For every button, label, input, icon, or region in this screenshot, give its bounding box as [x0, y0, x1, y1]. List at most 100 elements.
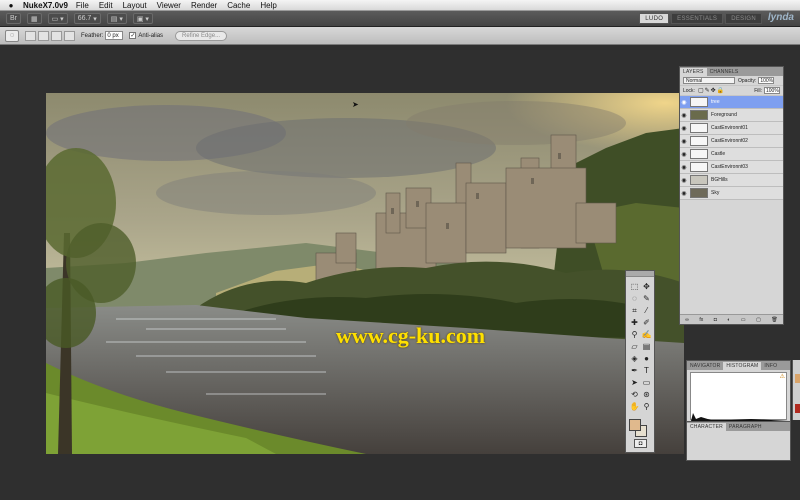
zoom-level-dropdown[interactable]: 66.7 ▾ — [73, 13, 101, 24]
lock-options-icon[interactable]: ▢✎✥🔒 — [698, 87, 725, 94]
lasso-tool-icon[interactable]: ◌ — [629, 293, 640, 304]
3d-rotate-icon[interactable]: ⟲ — [629, 389, 640, 400]
link-icon[interactable]: ∞ — [685, 317, 689, 323]
add-selection-icon[interactable] — [38, 30, 49, 41]
hand-tool-icon[interactable]: ✋ — [629, 401, 640, 412]
visibility-eye-icon[interactable]: ◉ — [680, 177, 688, 184]
eyedropper-tool-icon[interactable]: ⁄ — [641, 305, 652, 316]
path-selection-icon[interactable]: ➤ — [629, 377, 640, 388]
new-layer-icon[interactable]: ▢ — [756, 317, 761, 323]
visibility-eye-icon[interactable]: ◉ — [680, 164, 688, 171]
pen-tool-icon[interactable]: ✒ — [629, 365, 640, 376]
menu-viewer[interactable]: Viewer — [157, 1, 181, 10]
layer-thumbnail — [690, 110, 708, 120]
brush-tool-icon[interactable]: ✐ — [641, 317, 652, 328]
visibility-eye-icon[interactable]: ◉ — [680, 190, 688, 197]
fx-icon[interactable]: fx — [699, 317, 703, 323]
layer-row[interactable]: ◉ Foreground — [680, 109, 783, 122]
screen-mode-dropdown[interactable]: ▣ ▾ — [132, 13, 153, 24]
visibility-eye-icon[interactable]: ◉ — [680, 112, 688, 119]
healing-brush-icon[interactable]: ✚ — [629, 317, 640, 328]
menu-cache[interactable]: Cache — [227, 1, 250, 10]
layer-row[interactable]: ◉ tree — [680, 96, 783, 109]
tab-layers[interactable]: LAYERS — [680, 68, 707, 76]
gradient-tool-icon[interactable]: ▤ — [641, 341, 652, 352]
lasso-tool-preset-icon[interactable]: ◌ — [5, 29, 19, 42]
antialias-checkbox[interactable]: ✓ — [129, 32, 137, 39]
foreground-color-swatch[interactable] — [629, 419, 641, 431]
arrange-documents-dropdown[interactable]: ▤ ▾ — [106, 13, 127, 24]
menu-render[interactable]: Render — [191, 1, 217, 10]
layer-name: CastEnvironnt02 — [711, 138, 748, 144]
app-menu[interactable]: NukeX7.0v9 — [23, 1, 68, 10]
menu-layout[interactable]: Layout — [123, 1, 147, 10]
tab-channels[interactable]: CHANNELS — [707, 68, 742, 76]
zoom-tool-icon[interactable]: ⚲ — [641, 401, 652, 412]
layer-row[interactable]: ◉ CastEnvironnt01 — [680, 122, 783, 135]
visibility-eye-icon[interactable]: ◉ — [680, 125, 688, 132]
lock-label: Lock: — [683, 87, 695, 94]
new-selection-icon[interactable] — [25, 30, 36, 41]
swatch-chip[interactable] — [795, 404, 800, 413]
tab-navigator[interactable]: NAVIGATOR — [687, 362, 723, 370]
tab-histogram[interactable]: HISTOGRAM — [723, 362, 762, 370]
folder-icon[interactable]: ▭ — [741, 317, 746, 323]
document-canvas[interactable]: www.cg-ku.com — [46, 93, 684, 454]
tab-paragraph[interactable]: PARAGRAPH — [726, 423, 765, 431]
tab-info[interactable]: INFO — [761, 362, 780, 370]
layer-thumbnail — [690, 136, 708, 146]
marquee-tool-icon[interactable]: ⬚ — [629, 281, 640, 292]
intersect-selection-icon[interactable] — [64, 30, 75, 41]
blur-tool-icon[interactable]: ◈ — [629, 353, 640, 364]
bridge-icon[interactable]: Br — [6, 13, 21, 24]
tool-options-bar: ◌ Feather: 0 px ✓ Anti-alias Refine Edge… — [0, 27, 800, 45]
layer-row[interactable]: ◉ Sky — [680, 187, 783, 200]
visibility-eye-icon[interactable]: ◉ — [680, 151, 688, 158]
opacity-input[interactable]: 100% — [758, 77, 775, 84]
feather-input[interactable]: 0 px — [105, 31, 124, 40]
quick-select-icon[interactable]: ✎ — [641, 293, 652, 304]
layer-list: ◉ tree ◉ Foreground ◉ CastEnvironnt01 ◉ … — [680, 96, 783, 200]
layer-row[interactable]: ◉ Castle — [680, 148, 783, 161]
tab-character[interactable]: CHARACTER — [687, 423, 726, 431]
layer-name: Castle — [711, 151, 726, 157]
clone-stamp-icon[interactable]: ⚲ — [629, 329, 640, 340]
warning-icon[interactable]: ⚠ — [780, 373, 785, 380]
shape-tool-icon[interactable]: ▭ — [641, 377, 652, 388]
workspace-essentials[interactable]: ESSENTIALS — [671, 13, 724, 24]
layer-thumbnail — [690, 149, 708, 159]
workspace-design[interactable]: DESIGN — [725, 13, 762, 24]
mask-icon[interactable]: ◘ — [714, 317, 717, 323]
visibility-eye-icon[interactable]: ◉ — [680, 99, 688, 106]
history-brush-icon[interactable]: ✍ — [641, 329, 652, 340]
menu-file[interactable]: File — [76, 1, 89, 10]
histogram-panel-tabs: NAVIGATOR HISTOGRAM INFO — [687, 361, 790, 370]
move-tool-icon[interactable]: ✥ — [641, 281, 652, 292]
subtract-selection-icon[interactable] — [51, 30, 62, 41]
dodge-tool-icon[interactable]: ● — [641, 353, 652, 364]
crop-tool-icon[interactable]: ⌗ — [629, 305, 640, 316]
type-tool-icon[interactable]: T — [641, 365, 652, 376]
adjustment-icon[interactable]: ◐ — [727, 317, 730, 323]
eraser-tool-icon[interactable]: ▱ — [629, 341, 640, 352]
workspace-ludo[interactable]: LUDO — [639, 13, 670, 24]
menu-help[interactable]: Help — [260, 1, 276, 10]
blend-mode-dropdown[interactable]: Normal — [683, 77, 735, 84]
view-extras-dropdown[interactable]: ▭ ▾ — [47, 13, 68, 24]
layer-row[interactable]: ◉ BGHills — [680, 174, 783, 187]
3d-orbit-icon[interactable]: ⊛ — [641, 389, 652, 400]
apple-icon[interactable]: ● — [5, 1, 17, 10]
layer-row[interactable]: ◉ CastEnvironnt02 — [680, 135, 783, 148]
swatch-chip[interactable] — [795, 374, 800, 383]
menu-edit[interactable]: Edit — [99, 1, 113, 10]
layers-panel: LAYERS CHANNELS Normal Opacity: 100% Loc… — [679, 66, 784, 325]
quick-mask-icon[interactable]: ◘ — [634, 439, 647, 448]
refine-edge-button[interactable]: Refine Edge... — [175, 30, 228, 41]
trash-icon[interactable]: 🗑 — [771, 317, 777, 323]
minibridge-icon[interactable]: ▦ — [27, 13, 42, 24]
layer-row[interactable]: ◉ CastEnvironnt03 — [680, 161, 783, 174]
visibility-eye-icon[interactable]: ◉ — [680, 138, 688, 145]
application-bar: Br ▦ ▭ ▾ 66.7 ▾ ▤ ▾ ▣ ▾ LUDO ESSENTIALS … — [0, 11, 800, 27]
fill-input[interactable]: 100% — [764, 87, 780, 94]
tools-panel-grip[interactable] — [626, 271, 654, 277]
